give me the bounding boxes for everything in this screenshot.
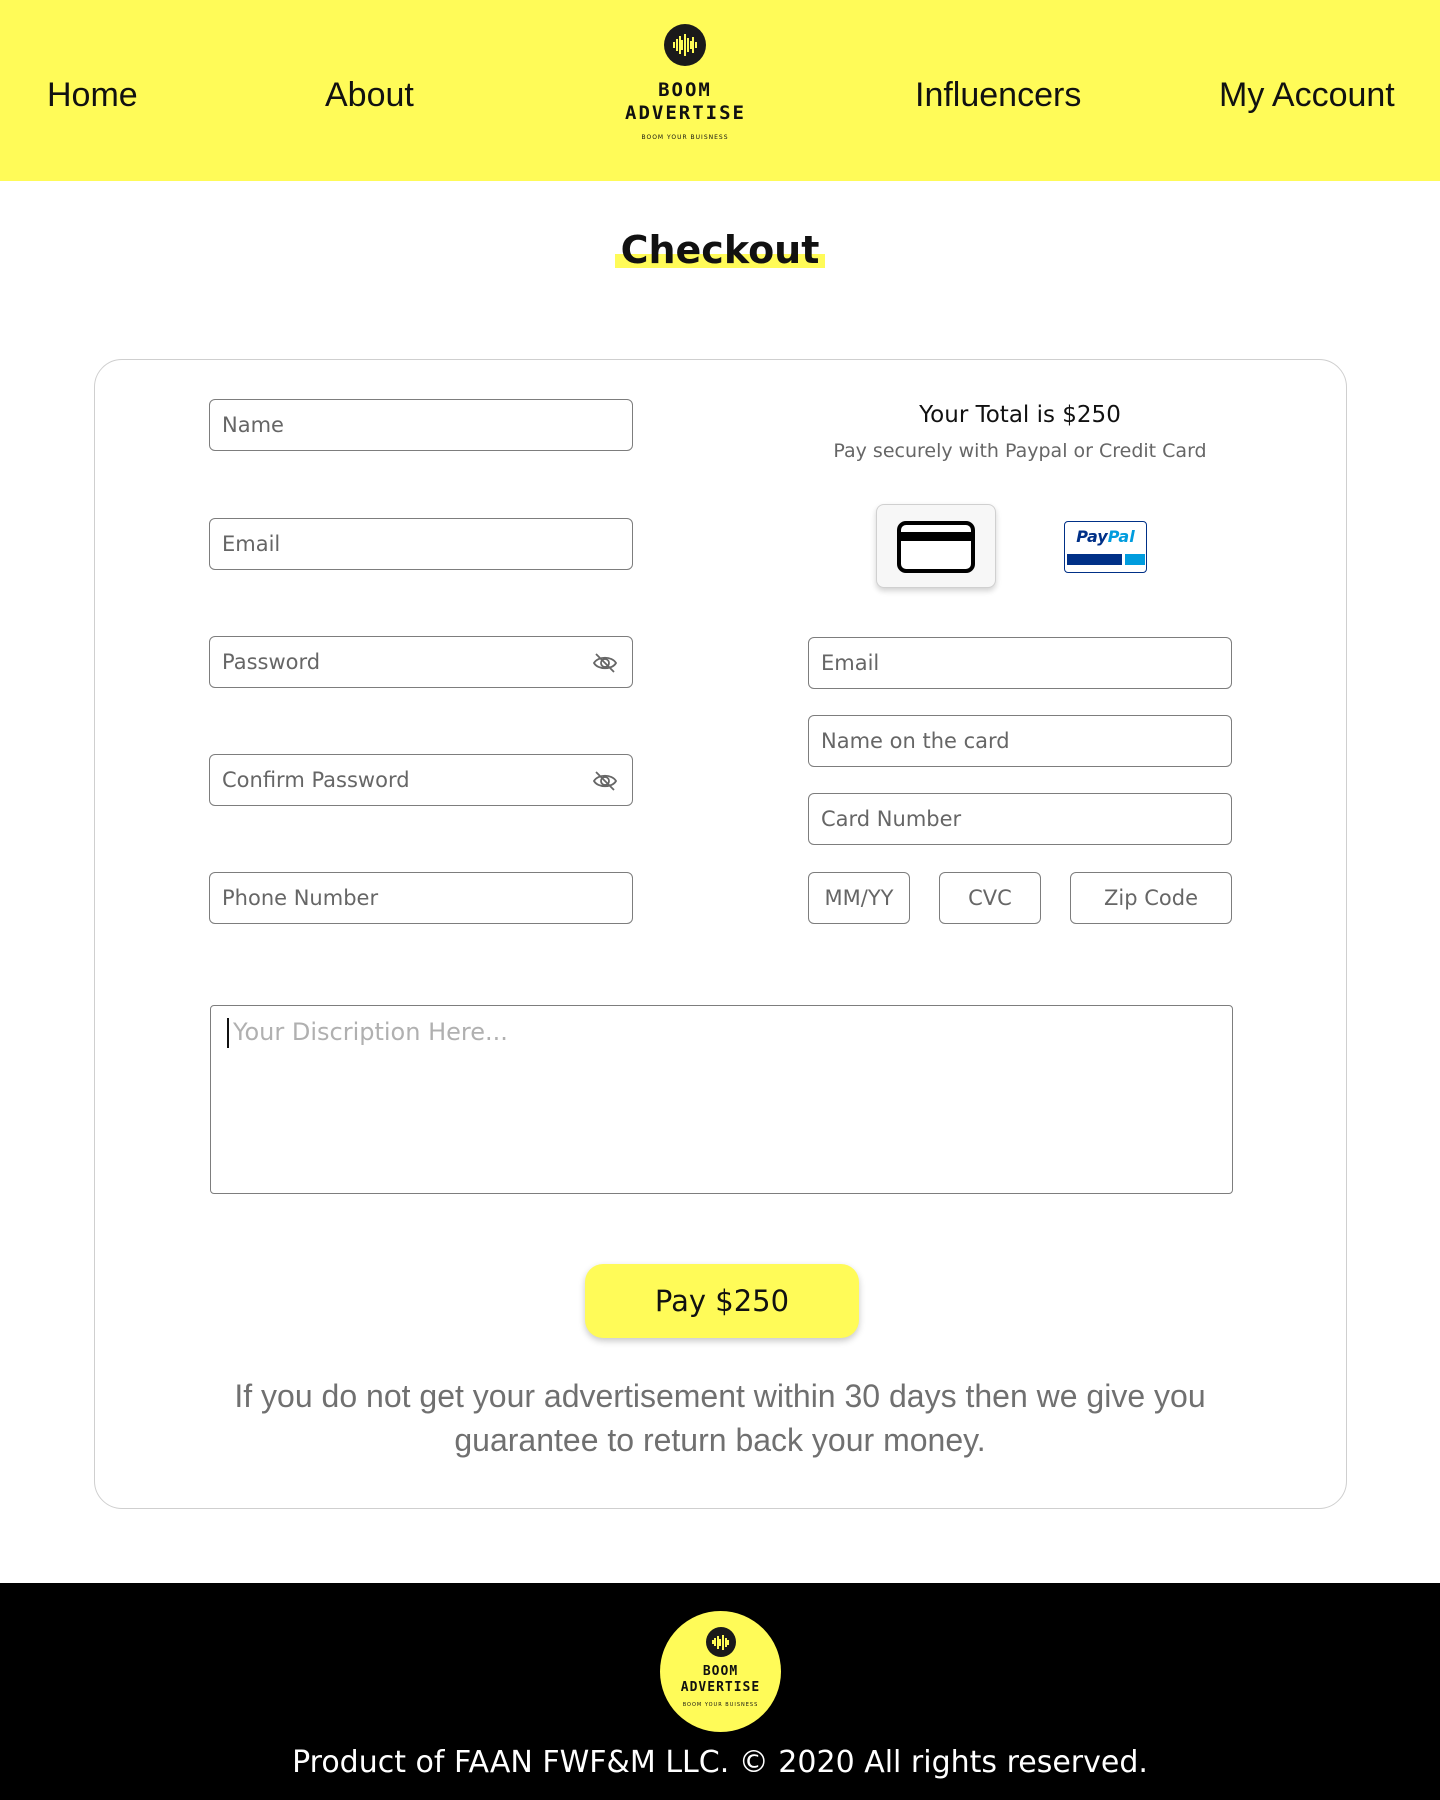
- eye-off-icon[interactable]: [592, 769, 618, 793]
- sound-wave-icon: [705, 1627, 736, 1657]
- payment-subtitle: Pay securely with Paypal or Credit Card: [833, 440, 1207, 462]
- card-number-input[interactable]: Card Number: [808, 793, 1232, 845]
- cvc-input[interactable]: CVC: [939, 872, 1041, 924]
- text-caret: [227, 1018, 229, 1048]
- payment-email-input[interactable]: Email: [808, 637, 1232, 689]
- logo-tagline: BOOM YOUR BUISNESS: [641, 134, 729, 141]
- name-input[interactable]: Name: [209, 399, 633, 451]
- email-input[interactable]: Email: [209, 518, 633, 570]
- expiry-input[interactable]: MM/YY: [808, 872, 910, 924]
- nav-my-account-link[interactable]: My Account: [1219, 76, 1395, 115]
- site-header: Home About BOOM ADVERTISE BOOM YOUR BUIS…: [0, 0, 1440, 181]
- pay-button[interactable]: Pay $250: [585, 1264, 859, 1338]
- phone-number-input[interactable]: Phone Number: [209, 872, 633, 924]
- nav-influencers-link[interactable]: Influencers: [915, 76, 1081, 115]
- page-title-wrap: Checkout: [0, 228, 1440, 272]
- paypal-icon: PayPal: [1076, 527, 1135, 546]
- site-footer: BOOM ADVERTISE BOOM YOUR BUISNESS Produc…: [0, 1583, 1440, 1800]
- page-title: Checkout: [614, 228, 826, 272]
- paypal-option[interactable]: PayPal: [1064, 521, 1147, 573]
- logo-title: BOOM ADVERTISE: [625, 79, 746, 124]
- copyright-text: Product of FAAN FWF&M LLC. © 2020 All ri…: [292, 1745, 1148, 1780]
- order-total: Your Total is $250: [919, 402, 1121, 428]
- password-input[interactable]: Password: [209, 636, 633, 688]
- credit-card-option[interactable]: [876, 504, 996, 588]
- guarantee-note: If you do not get your advertisement wit…: [234, 1378, 1206, 1458]
- brand-logo[interactable]: BOOM ADVERTISE BOOM YOUR BUISNESS: [625, 24, 745, 156]
- sound-wave-icon: [664, 24, 706, 66]
- zip-code-input[interactable]: Zip Code: [1070, 872, 1232, 924]
- confirm-password-input[interactable]: Confirm Password: [209, 754, 633, 806]
- name-on-card-input[interactable]: Name on the card: [808, 715, 1232, 767]
- eye-off-icon[interactable]: [592, 651, 618, 675]
- nav-home-link[interactable]: Home: [47, 76, 138, 115]
- footer-logo-title: BOOM ADVERTISE: [680, 1664, 761, 1695]
- footer-logo-tagline: BOOM YOUR BUISNESS: [682, 1702, 759, 1708]
- credit-card-icon: [897, 521, 975, 573]
- footer-logo[interactable]: BOOM ADVERTISE BOOM YOUR BUISNESS: [660, 1611, 781, 1732]
- description-textarea[interactable]: Your Discription Here...: [210, 1005, 1233, 1194]
- nav-about-link[interactable]: About: [325, 76, 414, 115]
